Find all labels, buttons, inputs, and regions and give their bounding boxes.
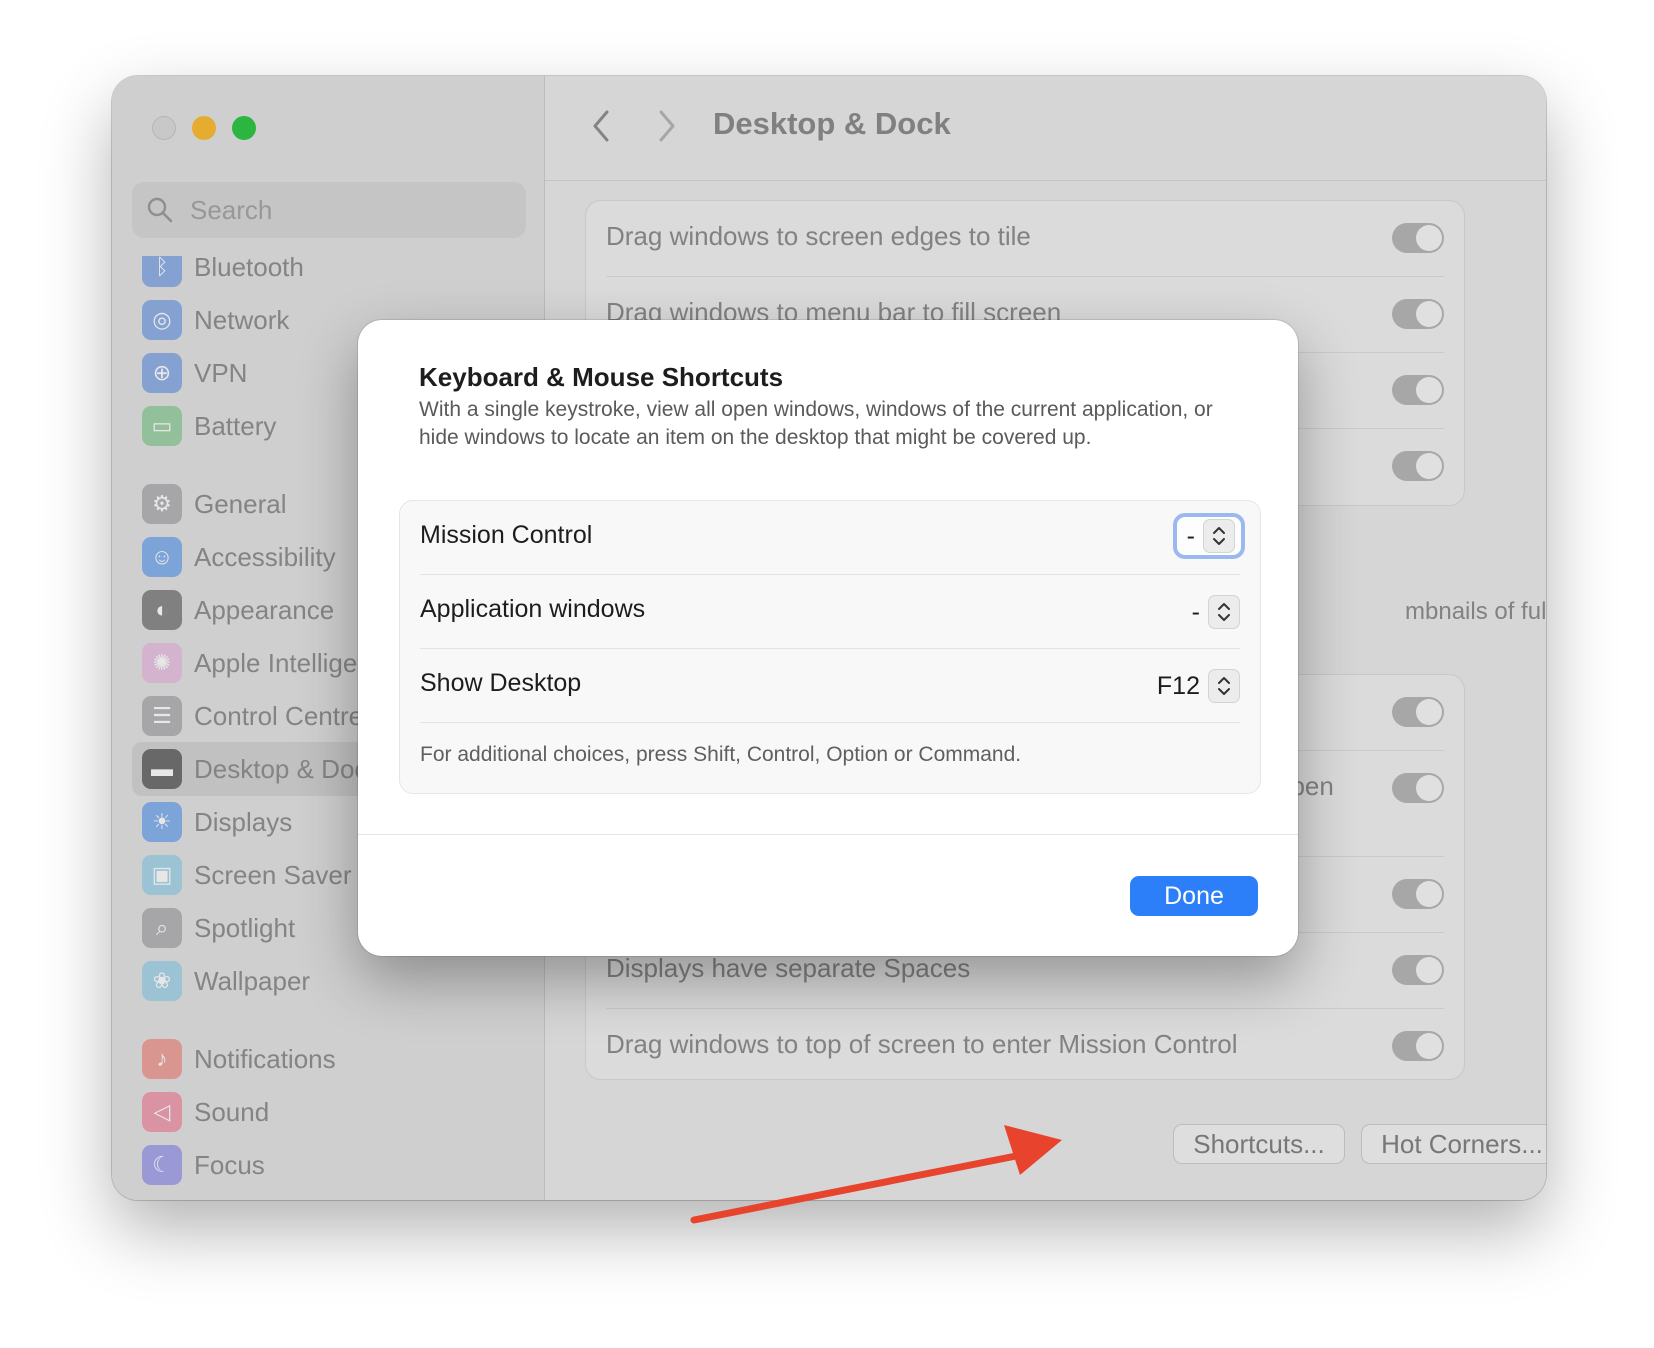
dialog-divider xyxy=(358,834,1298,835)
sidebar-item-label: Battery xyxy=(194,410,277,441)
shortcut-row-show-desktop: Show Desktop F12 xyxy=(420,649,1240,723)
back-button[interactable] xyxy=(581,106,621,146)
sidebar-item-label: Network xyxy=(194,304,290,335)
sidebar-search[interactable] xyxy=(132,182,526,238)
dialog-title: Keyboard & Mouse Shortcuts xyxy=(419,362,784,392)
sidebar-item-focus[interactable]: ☾ Focus xyxy=(132,1138,524,1192)
setting-toggle-b3[interactable] xyxy=(1392,879,1444,909)
sidebar-item-label: Spotlight xyxy=(194,912,296,943)
setting-row-tile: Drag windows to screen edges to tile xyxy=(606,201,1444,277)
bluetooth-icon: ᛒ xyxy=(142,256,182,287)
thumbnails-text-fragment: mbnails of full- xyxy=(1405,598,1546,625)
shortcut-label: Application windows xyxy=(420,595,646,623)
setting-toggle-4[interactable] xyxy=(1392,451,1444,481)
modifier-note: For additional choices, press Shift, Con… xyxy=(420,743,1022,766)
zoom-window-button[interactable] xyxy=(232,116,256,140)
sidebar-item-wallpaper[interactable]: ❀ Wallpaper xyxy=(132,954,524,1008)
sidebar-item-label: Screen Saver xyxy=(194,859,352,890)
flower-icon: ❀ xyxy=(142,961,182,1001)
magnifier-icon: ⌕ xyxy=(142,908,182,948)
setting-label: Drag windows to screen edges to tile xyxy=(606,221,1031,251)
apple-intelligence-icon: ✺ xyxy=(142,643,182,683)
sidebar-item-label: Displays xyxy=(194,806,293,837)
toolbar: Desktop & Dock xyxy=(545,76,1546,181)
setting-toggle-b1[interactable] xyxy=(1392,697,1444,727)
application-windows-popup[interactable]: - xyxy=(1192,593,1240,631)
sidebar-item-label: Bluetooth xyxy=(194,256,304,282)
forward-button[interactable] xyxy=(647,106,687,146)
hot-corners-button[interactable]: Hot Corners... xyxy=(1361,1124,1546,1164)
sidebar-item-label: Accessibility xyxy=(194,541,336,572)
sidebar-item-label: Control Centre xyxy=(194,700,364,731)
setting-label: Drag windows to top of screen to enter M… xyxy=(606,1029,1238,1059)
shortcut-label: Show Desktop xyxy=(420,669,582,697)
chevron-up-down-icon xyxy=(1208,595,1240,629)
show-desktop-popup[interactable]: F12 xyxy=(1157,667,1240,705)
minimize-window-button[interactable] xyxy=(192,116,216,140)
tile-toggle[interactable] xyxy=(1392,223,1444,253)
bell-icon: ♪ xyxy=(142,1039,182,1079)
popup-value: - xyxy=(1191,597,1200,626)
shortcuts-dialog: Keyboard & Mouse Shortcuts With a single… xyxy=(358,320,1298,956)
shortcut-label: Mission Control xyxy=(420,521,593,549)
sidebar-item-label: General xyxy=(194,488,287,519)
sidebar-item-label: Desktop & Dock xyxy=(194,753,381,784)
sidebar-item-label: Wallpaper xyxy=(194,965,311,996)
control-centre-icon: ☰ xyxy=(142,696,182,736)
page-title: Desktop & Dock xyxy=(713,106,951,141)
popup-value: - xyxy=(1186,521,1195,550)
popup-value: F12 xyxy=(1156,671,1200,700)
shortcuts-button[interactable]: Shortcuts... xyxy=(1173,1124,1345,1164)
sidebar-item-label: VPN xyxy=(194,357,248,388)
sidebar-item-label: Notifications xyxy=(194,1043,336,1074)
setting-label: Displays have separate Spaces xyxy=(606,953,971,983)
desktop-dock-icon: ▬ xyxy=(142,749,182,789)
sidebar-item-notifications[interactable]: ♪ Notifications xyxy=(132,1032,524,1086)
chevron-left-icon xyxy=(593,110,609,142)
traffic-lights xyxy=(152,116,256,140)
sidebar-item-bluetooth[interactable]: ᛒ Bluetooth xyxy=(132,256,524,294)
sidebar-item-label: Appearance xyxy=(194,594,335,625)
search-icon xyxy=(147,197,173,223)
speaker-icon: ◁ xyxy=(142,1092,182,1132)
battery-icon: ▭ xyxy=(142,406,182,446)
chevron-up-down-icon xyxy=(1203,519,1235,553)
setting-toggle-b2[interactable] xyxy=(1392,773,1444,803)
chevron-right-icon xyxy=(659,110,675,142)
mission-control-drag-toggle[interactable] xyxy=(1392,1031,1444,1061)
accessibility-icon: ☺ xyxy=(142,537,182,577)
mission-control-popup[interactable]: - xyxy=(1172,513,1245,559)
moon-icon: ☾ xyxy=(142,1145,182,1185)
setting-row-mission-control-drag: Drag windows to top of screen to enter M… xyxy=(606,1009,1444,1085)
shortcut-row-application-windows: Application windows - xyxy=(420,575,1240,649)
close-window-button[interactable] xyxy=(152,116,176,140)
globe-icon: ◎ xyxy=(142,300,182,340)
fill-toggle[interactable] xyxy=(1392,299,1444,329)
separate-spaces-toggle[interactable] xyxy=(1392,955,1444,985)
shortcuts-list: Mission Control - Application windows - … xyxy=(399,500,1261,794)
sidebar-item-label: Sound xyxy=(194,1096,270,1127)
vpn-globe-icon: ⊕ xyxy=(142,353,182,393)
dialog-description: With a single keystroke, view all open w… xyxy=(419,398,1213,449)
sidebar-item-label: Focus xyxy=(194,1149,265,1180)
gear-icon: ⚙ xyxy=(142,484,182,524)
screen-saver-icon: ▣ xyxy=(142,855,182,895)
shortcut-row-mission-control: Mission Control - xyxy=(420,501,1245,575)
setting-toggle-3[interactable] xyxy=(1392,375,1444,405)
sun-icon: ☀ xyxy=(142,802,182,842)
sidebar-item-sound[interactable]: ◁ Sound xyxy=(132,1085,524,1139)
appearance-icon: ◐ xyxy=(142,590,182,630)
chevron-up-down-icon xyxy=(1208,669,1240,703)
done-button[interactable]: Done xyxy=(1130,876,1258,916)
search-input[interactable] xyxy=(188,193,492,227)
